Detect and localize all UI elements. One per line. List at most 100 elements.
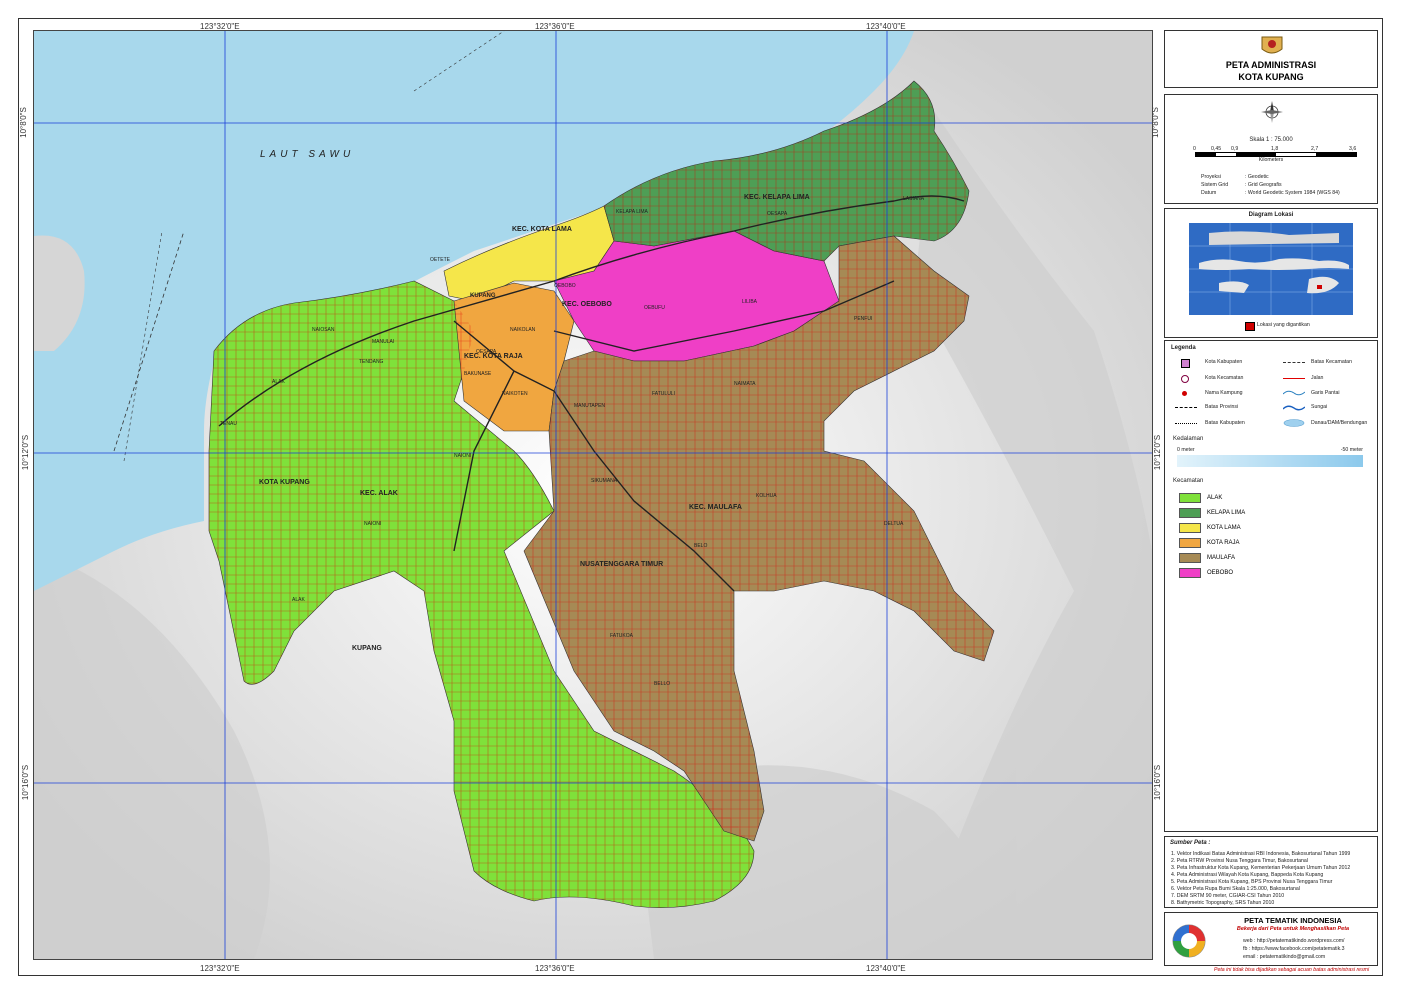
map-title-line2: KOTA KUPANG xyxy=(1238,72,1304,82)
legend-title: Legenda xyxy=(1171,345,1196,351)
brand-tagline: Bekerja dari Peta untuk Menghasilkan Pet… xyxy=(1236,926,1350,932)
right-coord-3: 10°16'0"S xyxy=(1153,764,1163,801)
batas-provinsi-icon xyxy=(1175,407,1197,408)
location-marker-swatch xyxy=(1245,322,1255,331)
danau-icon xyxy=(1283,419,1305,427)
emblem-icon xyxy=(1261,36,1283,54)
label-kec-oebobo: KEC. OEBOBO xyxy=(562,301,612,308)
location-inset-map xyxy=(1189,223,1353,315)
scale-tick: 1,8 xyxy=(1271,146,1279,152)
place-label: ALAK xyxy=(272,379,285,385)
place-label: TENAU xyxy=(220,421,237,427)
legend-item: Garis Pantai xyxy=(1311,390,1340,396)
north-arrow-icon xyxy=(1261,101,1283,123)
legend-item: Batas Provinsi xyxy=(1205,404,1239,410)
place-label: NAIKOTEN xyxy=(502,391,528,397)
bottom-coord-3: 123°40'0"E xyxy=(866,964,906,973)
kota-kecamatan-icon xyxy=(1181,375,1189,383)
right-coord-2: 10°12'0"S xyxy=(1153,434,1163,471)
legend-item: Jalan xyxy=(1311,375,1324,381)
legend-item: Batas Kabupaten xyxy=(1205,420,1245,426)
datum-value: : World Geodetic System 1984 (WGS 84) xyxy=(1245,190,1340,196)
depth-min: 0 meter xyxy=(1177,447,1195,453)
place-label: OEBOBO xyxy=(554,283,576,289)
legend-kec-kota-lama: KOTA LAMA xyxy=(1179,523,1241,533)
place-label: MANULAI xyxy=(372,339,395,345)
place-label: NAIONI xyxy=(364,521,382,527)
legend-kec-oebobo: OEBOBO xyxy=(1179,568,1233,578)
place-label: KOLHUA xyxy=(756,493,777,499)
place-label: ALAK xyxy=(292,597,305,603)
label-kec-maulafa: KEC. MAULAFA xyxy=(689,504,742,511)
map-svg xyxy=(34,31,1152,959)
jalan-icon xyxy=(1283,378,1305,379)
left-coord-3: 10°16'0"S xyxy=(21,764,31,801)
legend-item: Batas Kecamatan xyxy=(1311,359,1352,365)
sources-title: Sumber Peta : xyxy=(1170,840,1211,846)
legend-kec-alak: ALAK xyxy=(1179,493,1222,503)
depth-gradient xyxy=(1177,455,1363,467)
map-title-line1: PETA ADMINISTRASI xyxy=(1225,60,1317,70)
label-kupang: KUPANG xyxy=(352,645,382,652)
legend-item: Kota Kabupaten xyxy=(1205,359,1243,365)
projection-value: : Geodetic xyxy=(1245,174,1269,180)
place-label: KELAPA LIMA xyxy=(616,209,648,215)
label-kota-kupang: KOTA KUPANG xyxy=(259,479,310,486)
garis-pantai-icon xyxy=(1283,390,1305,396)
place-label: KUPANG xyxy=(470,293,496,299)
left-coord-2: 10°12'0"S xyxy=(21,434,31,471)
place-label: BAKUNASE xyxy=(464,371,492,377)
place-label: OEBUFU xyxy=(644,305,665,311)
legend-kec-kelapa-lima: KELAPA LIMA xyxy=(1179,508,1245,518)
datum-label: Datum xyxy=(1201,190,1217,196)
brand-logo-icon xyxy=(1172,924,1206,958)
legend-item: Kota Kecamatan xyxy=(1205,375,1244,381)
place-label: TENDANG xyxy=(359,359,384,365)
place-label: DELTUA xyxy=(884,521,904,527)
place-label: NAIOSAN xyxy=(312,327,335,333)
legend-item: Nama Kampung xyxy=(1205,390,1243,396)
scale-unit: Kilometers xyxy=(1258,157,1284,163)
location-title: Diagram Lokasi xyxy=(1248,212,1294,218)
location-panel: Diagram Lokasi Lokasi yang digantikan xyxy=(1164,208,1378,338)
bottom-coord-1: 123°32'0"E xyxy=(200,964,240,973)
kota-kabupaten-icon xyxy=(1181,359,1190,368)
kecamatan-title: Kecamatan xyxy=(1173,478,1204,484)
depth-max: -50 meter xyxy=(1340,447,1363,453)
place-label: SIKUMANA xyxy=(591,478,618,484)
grid-label: Sistem Grid xyxy=(1201,182,1229,188)
title-panel: PETA ADMINISTRASI KOTA KUPANG xyxy=(1164,30,1378,88)
place-label: PENFUI xyxy=(854,316,873,322)
place-label: FATULULI xyxy=(652,391,675,397)
batas-kecamatan-icon xyxy=(1283,362,1305,363)
scale-tick: 3,6 xyxy=(1349,146,1357,152)
scale-tick: 0 xyxy=(1193,146,1196,152)
label-kec-alak: KEC. ALAK xyxy=(360,490,398,497)
scale-tick: 0,9 xyxy=(1231,146,1239,152)
grid-value: : Grid Geografis xyxy=(1245,182,1282,188)
place-label: NAIKOLAN xyxy=(510,327,536,333)
batas-kabupaten-icon xyxy=(1175,423,1197,424)
legend-item: Sungai xyxy=(1311,404,1328,410)
nama-kampung-icon xyxy=(1182,391,1187,396)
legend-kec-maulafa: MAULAFA xyxy=(1179,553,1235,563)
place-label: OESAPA xyxy=(767,211,788,217)
disclaimer-note: Peta ini tidak bisa dijadikan sebagai ac… xyxy=(1214,967,1370,973)
brand-web: web : http://petatematikindo.wordpress.c… xyxy=(1243,938,1345,944)
legend-kec-kota-raja: KOTA RAJA xyxy=(1179,538,1240,548)
sources-panel: Sumber Peta : 1. Vektor Indikasi Batas A… xyxy=(1164,836,1378,908)
scale-tick: 2,7 xyxy=(1311,146,1319,152)
projection-label: Proyeksi xyxy=(1201,174,1221,180)
label-kec-kelapa-lima: KEC. KELAPA LIMA xyxy=(744,194,810,201)
place-label: BELLO xyxy=(654,681,671,687)
map-canvas[interactable]: LAUT SAWU KEC. KELAPA LIMA KEC. KOTA LAM… xyxy=(33,30,1153,960)
label-kec-kota-lama: KEC. KOTA LAMA xyxy=(512,226,572,233)
legend-panel: Legenda Kota Kabupaten Kota Kecamatan Na… xyxy=(1164,340,1378,832)
place-label: BELO xyxy=(694,543,708,549)
scale-tick: 0,45 xyxy=(1211,146,1222,152)
sea-label: LAUT SAWU xyxy=(260,149,355,160)
place-label: NAIMATA xyxy=(734,381,756,387)
location-legend-text: Lokasi yang digantikan xyxy=(1257,322,1310,328)
place-label: FATUKOA xyxy=(610,633,633,639)
label-ntt: NUSATENGGARA TIMUR xyxy=(580,561,664,568)
